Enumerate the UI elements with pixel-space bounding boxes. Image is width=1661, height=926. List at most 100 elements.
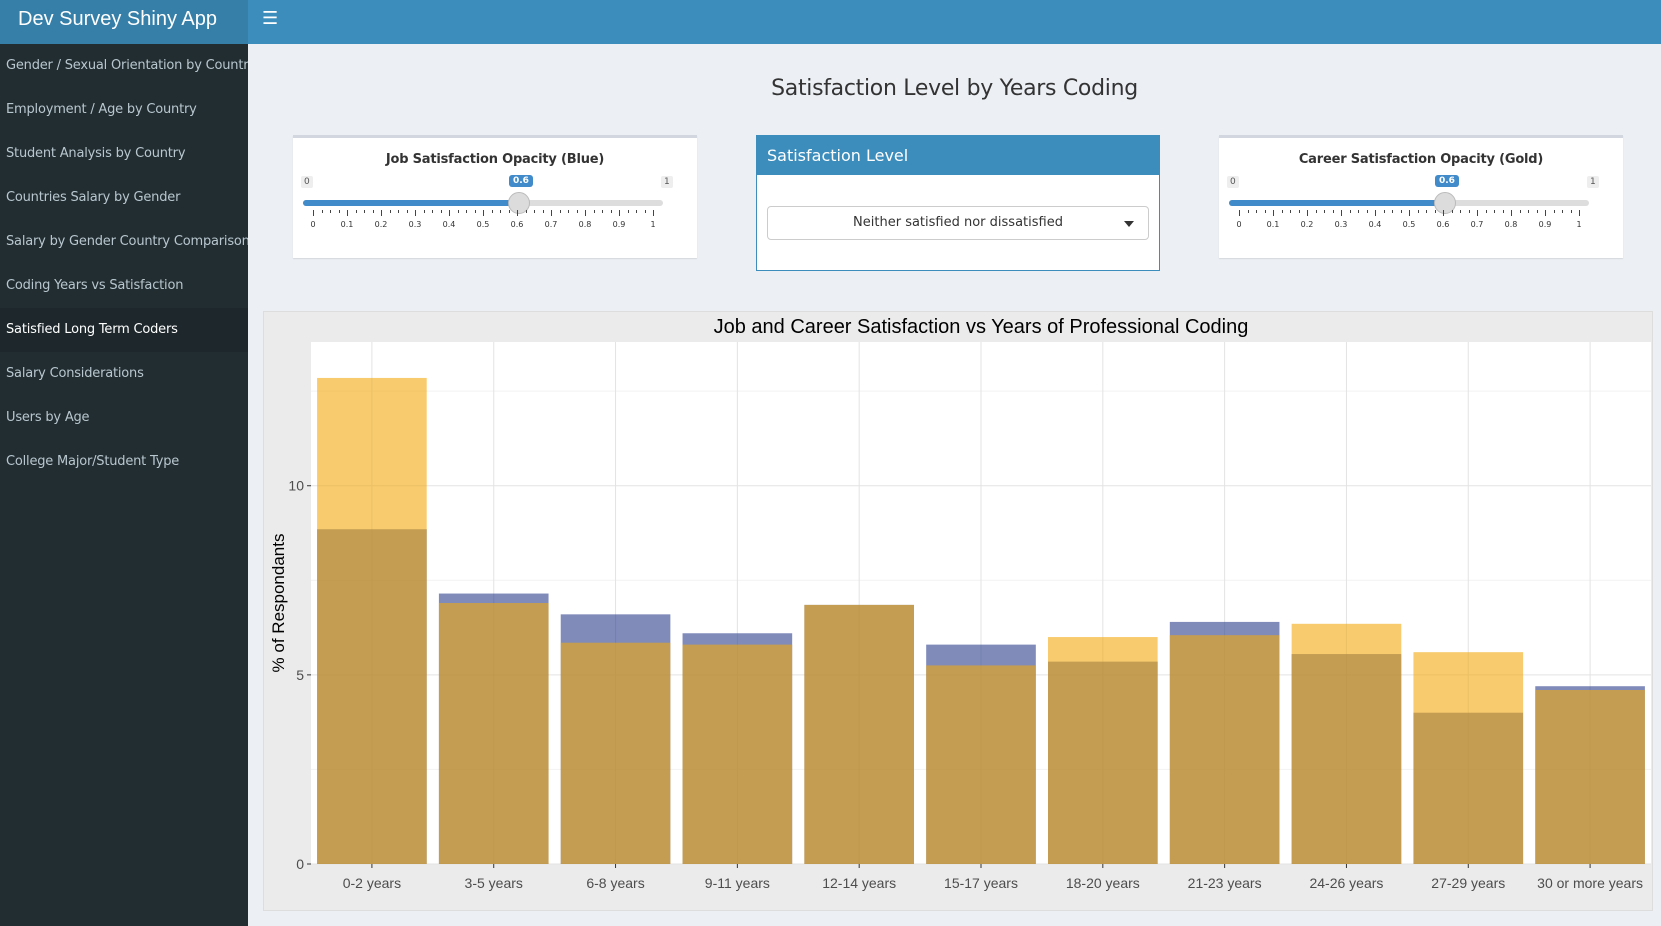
job-opacity-slider-minor-tick <box>423 210 425 213</box>
x-tick-label: 3-5 years <box>465 875 523 891</box>
career-opacity-slider-minor-tick <box>1247 210 1249 213</box>
sidebar: Gender / Sexual Orientation by Country Em… <box>0 44 248 926</box>
menu-toggle-icon[interactable]: ☰ <box>262 8 278 30</box>
satisfaction-bar-chart: 0 5 10 0-2 years 3-5 years 6-8 years 9-11 year… <box>269 316 1651 891</box>
career-opacity-slider-handle[interactable] <box>1434 192 1456 214</box>
job-opacity-slider-tick <box>551 210 552 216</box>
job-opacity-slider-minor-tick <box>321 210 323 213</box>
career-opacity-slider-minor-tick <box>1298 210 1300 213</box>
career-opacity-slider-minor-tick <box>1400 210 1402 213</box>
career-opacity-slider-box: Career Satisfaction Opacity (Gold) 0 1 0.6… <box>1219 135 1623 258</box>
job-opacity-slider-tick-label: 0 <box>310 220 316 229</box>
career-satisfaction-bar <box>317 377 427 864</box>
satisfaction-level-selected: Neither satisfied nor dissatisfied <box>853 215 1063 230</box>
sidebar-item[interactable]: Countries Salary by Gender <box>0 176 248 220</box>
career-opacity-slider-tick-label: 0.5 <box>1402 220 1416 229</box>
satisfaction-level-select[interactable]: Neither satisfied nor dissatisfied <box>767 206 1149 240</box>
career-opacity-slider-tick-label: 0.1 <box>1266 220 1280 229</box>
job-opacity-slider-tick <box>449 210 450 216</box>
job-opacity-slider-value-label: 0.6 <box>509 175 533 187</box>
job-opacity-slider-tick-label: 0.6 <box>510 220 524 229</box>
sidebar-item[interactable]: Student Analysis by Country <box>0 132 248 176</box>
career-satisfaction-bar <box>1413 652 1524 864</box>
job-opacity-slider-minor-tick <box>593 210 595 213</box>
career-opacity-slider-minor-tick <box>1358 210 1359 213</box>
job-opacity-slider-tick-label: 0.7 <box>544 220 558 229</box>
chart-title: Job and Career Satisfaction vs Years of … <box>714 316 1249 338</box>
sidebar-item[interactable]: Salary by Gender Country Comparison <box>0 220 248 264</box>
sidebar-item[interactable]: Gender / Sexual Orientation by Country <box>0 44 248 88</box>
y-tick-label: 0 <box>296 856 304 872</box>
career-opacity-slider-minor-tick <box>1494 210 1495 213</box>
career-satisfaction-bar <box>1048 637 1158 864</box>
career-opacity-slider-tick <box>1511 210 1512 216</box>
sidebar-item[interactable]: Employment / Age by Country <box>0 88 248 132</box>
career-opacity-slider-tick-label: 0.8 <box>1504 220 1518 229</box>
job-opacity-slider-minor-tick <box>330 210 331 213</box>
career-opacity-slider-minor-tick <box>1570 210 1572 213</box>
career-opacity-slider-tick <box>1579 210 1580 216</box>
job-opacity-slider-minor-tick <box>474 210 476 213</box>
sidebar-item[interactable]: College Major/Student Type <box>0 440 248 484</box>
y-tick-label: 10 <box>288 478 304 494</box>
job-opacity-slider-max-label: 1 <box>661 176 673 188</box>
sidebar-item[interactable]: Salary Considerations <box>0 352 248 396</box>
career-opacity-slider-minor-tick <box>1256 210 1257 213</box>
job-opacity-slider-minor-tick <box>491 210 493 213</box>
career-opacity-slider-minor-tick <box>1451 210 1453 213</box>
job-opacity-slider-minor-tick <box>372 210 374 213</box>
x-tick-label: 12-14 years <box>822 875 896 891</box>
career-opacity-slider-tick <box>1307 210 1308 216</box>
job-opacity-slider-minor-tick <box>576 210 578 213</box>
sidebar-item[interactable]: Coding Years vs Satisfaction <box>0 264 248 308</box>
sidebar-item[interactable]: Satisfied Long Term Coders <box>0 308 248 352</box>
job-opacity-slider-minor-tick <box>542 210 544 213</box>
job-opacity-slider-tick-label: 0.5 <box>476 220 490 229</box>
x-tick-label: 30 or more years <box>1537 875 1643 891</box>
job-opacity-slider-minor-tick <box>644 210 646 213</box>
job-opacity-slider-tick <box>585 210 586 216</box>
career-opacity-slider-tick-label: 0.7 <box>1470 220 1484 229</box>
career-satisfaction-bar <box>926 665 1036 864</box>
career-opacity-slider-tick <box>1341 210 1342 216</box>
career-satisfaction-bar <box>804 604 914 864</box>
career-opacity-slider-tick-label: 0.3 <box>1334 220 1348 229</box>
career-satisfaction-bar <box>560 642 671 864</box>
career-opacity-slider-minor-tick <box>1434 210 1436 213</box>
career-opacity-slider-minor-tick <box>1383 210 1385 213</box>
career-opacity-slider-minor-tick <box>1426 210 1427 213</box>
career-opacity-slider-tick-label: 0 <box>1236 220 1242 229</box>
career-opacity-slider-minor-tick <box>1281 210 1283 213</box>
x-tick-label: 0-2 years <box>343 875 401 891</box>
job-opacity-slider-minor-tick <box>627 210 629 213</box>
career-opacity-slider-tick <box>1443 210 1444 216</box>
career-opacity-slider-tick <box>1239 210 1240 216</box>
job-opacity-slider-box: Job Satisfaction Opacity (Blue) 0 1 0.6 0 0.… <box>293 135 697 258</box>
job-opacity-slider-min-label: 0 <box>301 176 313 188</box>
career-opacity-slider-minor-tick <box>1485 210 1487 213</box>
career-satisfaction-bar <box>1535 690 1645 864</box>
career-opacity-slider-tick <box>1409 210 1410 216</box>
career-opacity-slider-minor-tick <box>1502 210 1504 213</box>
career-opacity-slider-tick-label: 0.6 <box>1436 220 1450 229</box>
career-satisfaction-bar <box>1169 635 1280 864</box>
job-opacity-slider-minor-tick <box>457 210 459 213</box>
app-title[interactable]: Dev Survey Shiny App <box>0 0 248 44</box>
job-opacity-slider-minor-tick <box>525 210 527 213</box>
job-opacity-slider-handle[interactable] <box>508 192 530 214</box>
caret-down-icon <box>1124 221 1134 227</box>
job-opacity-slider-tick-label: 0.9 <box>612 220 626 229</box>
job-opacity-slider-tick <box>517 210 518 216</box>
career-opacity-slider-tick <box>1273 210 1274 216</box>
job-opacity-slider-fill <box>303 200 519 206</box>
career-opacity-slider-tick <box>1477 210 1478 216</box>
job-opacity-slider-minor-tick <box>440 210 442 213</box>
satisfaction-level-box: Satisfaction Level Neither satisfied nor… <box>756 135 1160 271</box>
sidebar-item[interactable]: Users by Age <box>0 396 248 440</box>
career-opacity-slider-minor-tick <box>1366 210 1368 213</box>
job-opacity-slider-minor-tick <box>636 210 637 213</box>
career-opacity-slider-minor-tick <box>1290 210 1291 213</box>
job-opacity-slider-minor-tick <box>500 210 501 213</box>
career-satisfaction-bar <box>1291 623 1402 864</box>
job-opacity-slider-tick-label: 0.4 <box>442 220 456 229</box>
